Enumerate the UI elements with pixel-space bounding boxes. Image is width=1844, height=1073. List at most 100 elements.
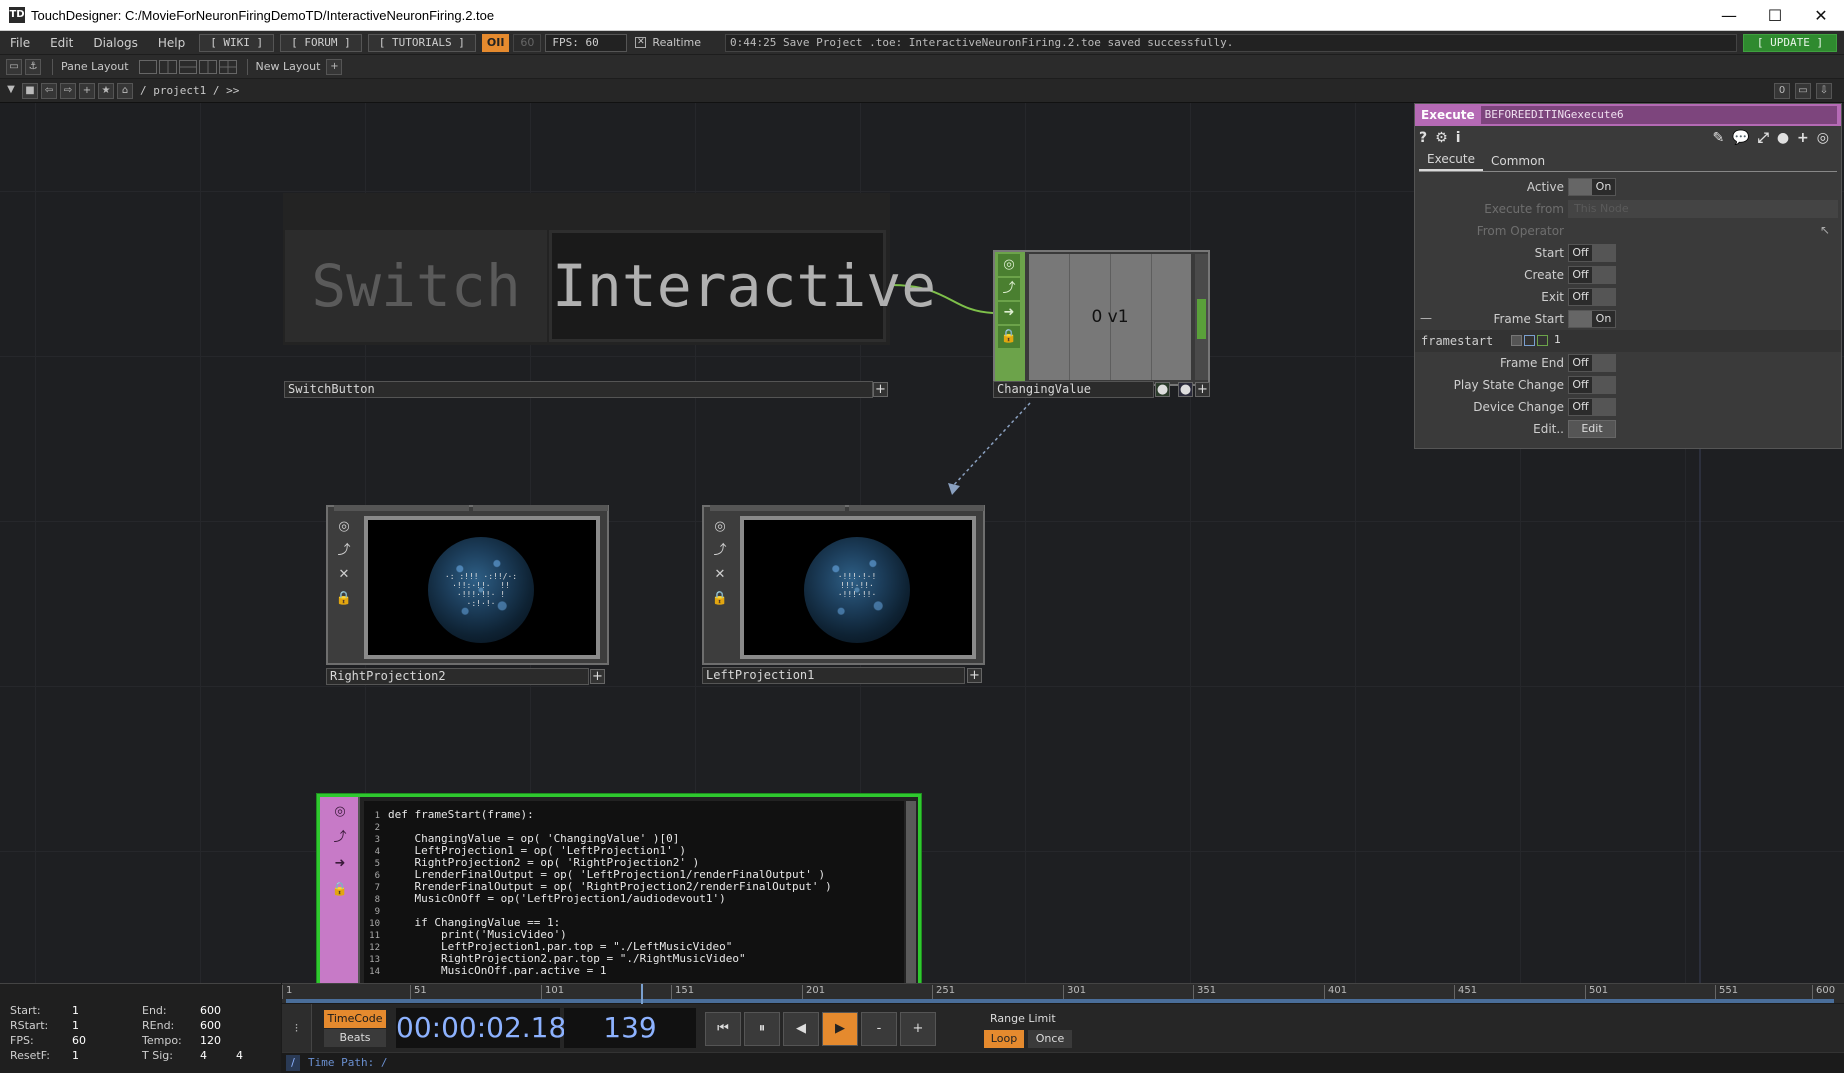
once-button[interactable]: Once: [1028, 1030, 1072, 1048]
timecode-button[interactable]: TimeCode: [324, 1010, 386, 1028]
switch-button-label[interactable]: SwitchButton: [284, 381, 873, 398]
fps-value[interactable]: 60: [72, 1034, 86, 1047]
fps-target-field[interactable]: 60: [513, 33, 542, 52]
add-icon[interactable]: +: [79, 82, 95, 99]
menu-edit[interactable]: Edit: [40, 36, 83, 50]
tsig-numerator[interactable]: 4: [200, 1049, 207, 1062]
timecode-display[interactable]: 00:00:02.18: [396, 1008, 566, 1048]
framestart-expr-icon[interactable]: [1524, 335, 1535, 346]
realtime-toggle[interactable]: ✕ Realtime: [635, 36, 701, 49]
left-projection-node[interactable]: ◎ ⤴ ✕ 🔒 ·!!!·!·! !!!·!!· ·!!!·!!·: [702, 505, 985, 665]
pane-layout-single-icon[interactable]: [138, 59, 157, 74]
home-icon[interactable]: ⌂: [117, 82, 133, 99]
minimize-icon[interactable]: —: [1706, 0, 1752, 31]
menu-help[interactable]: Help: [148, 36, 195, 50]
target-icon[interactable]: ◎: [1817, 130, 1829, 146]
clone-icon[interactable]: ⤢: [1758, 130, 1769, 146]
chevron-down-icon[interactable]: ▼: [3, 83, 19, 99]
left-projection-plus-icon[interactable]: +: [967, 668, 982, 683]
pane-layout-quad-icon[interactable]: [218, 59, 237, 74]
device-change-toggle[interactable]: Off: [1568, 398, 1616, 416]
maximize-icon[interactable]: ☐: [1752, 0, 1798, 31]
transport-expand-handle[interactable]: ⁝: [282, 1004, 312, 1052]
framestart-value[interactable]: 1: [1554, 333, 1561, 346]
time-path-root-icon[interactable]: /: [286, 1055, 300, 1071]
step-plus-button[interactable]: +: [900, 1012, 936, 1046]
framestart-export-icon[interactable]: [1537, 335, 1548, 346]
lock-icon[interactable]: 🔒: [329, 879, 351, 901]
viewer-toggle-icon[interactable]: ◎: [998, 254, 1020, 276]
play-icon[interactable]: ▶: [822, 1012, 858, 1046]
lock-icon[interactable]: 🔒: [711, 590, 729, 608]
viewer-toggle-icon[interactable]: ◎: [329, 801, 351, 823]
execute-from-menu[interactable]: This Node: [1568, 200, 1838, 218]
code-viewer[interactable]: 1 def frameStart(frame): 2 3 ChangingValu…: [364, 801, 904, 983]
help-icon[interactable]: ?: [1419, 130, 1427, 146]
exit-toggle[interactable]: Off: [1568, 288, 1616, 306]
changing-value-label[interactable]: ChangingValue: [993, 381, 1154, 398]
code-scrollbar[interactable]: [906, 801, 916, 983]
tutorials-button[interactable]: [ TUTORIALS ]: [367, 33, 476, 52]
forum-button[interactable]: [ FORUM ]: [280, 33, 362, 52]
right-projection-plus-icon[interactable]: +: [590, 669, 605, 684]
step-back-icon[interactable]: ◀: [783, 1012, 819, 1046]
maximize-pane-icon[interactable]: ▭: [1795, 83, 1811, 99]
create-toggle[interactable]: Off: [1568, 266, 1616, 284]
frame-start-toggle[interactable]: On: [1568, 310, 1616, 328]
chop-output-connector[interactable]: [1195, 254, 1208, 380]
bypass-icon[interactable]: ⤴: [711, 542, 729, 560]
bypass-icon[interactable]: ⤴: [329, 827, 351, 849]
right-projection-node[interactable]: ◎ ⤴ ✕ 🔒 ·: :!!! ·:!!/·: ·!!:·!!· !! ·!!!…: [326, 505, 609, 665]
rewind-icon[interactable]: ⏮: [705, 1012, 741, 1046]
pane-layout-split-horizontal-icon[interactable]: [178, 59, 197, 74]
start-toggle[interactable]: Off: [1568, 244, 1616, 262]
switch-button-left[interactable]: Switch: [285, 230, 547, 342]
bypass-icon[interactable]: ⤴: [335, 542, 353, 560]
beats-button[interactable]: Beats: [324, 1029, 386, 1047]
close-x-icon[interactable]: ✕: [335, 566, 353, 584]
tempo-value[interactable]: 120: [200, 1034, 221, 1047]
lock-icon[interactable]: 🔒: [335, 590, 353, 608]
stop-icon[interactable]: ■: [22, 82, 38, 99]
resetf-value[interactable]: 1: [72, 1049, 79, 1062]
pane-layout-three-icon[interactable]: [198, 59, 217, 74]
operator-picker-icon[interactable]: ↖: [1820, 223, 1830, 237]
play-state-toggle[interactable]: Off: [1568, 376, 1616, 394]
execute-dat-node[interactable]: ◎ ⤴ ➜ 🔒 1 def frameStart(frame): 2 3 Chan…: [316, 793, 922, 983]
changing-value-node[interactable]: ◎ ⤴ ➜ 🔒 0 v1: [993, 250, 1210, 386]
left-projection-label[interactable]: LeftProjection1: [702, 667, 965, 684]
menu-file[interactable]: File: [0, 36, 40, 50]
changing-value-plus-icon[interactable]: +: [1195, 382, 1210, 397]
timeline-ruler[interactable]: 1 51 101 151 201 251 301 351 401 451 501…: [282, 983, 1844, 1004]
collapse-dash-icon[interactable]: —: [1420, 311, 1432, 325]
loop-button[interactable]: Loop: [984, 1030, 1024, 1048]
menu-dialogs[interactable]: Dialogs: [83, 36, 147, 50]
edit-pencil-icon[interactable]: ✎: [1712, 130, 1724, 146]
edit-button[interactable]: Edit: [1568, 420, 1616, 438]
changing-value-flag-icon[interactable]: ●: [1155, 382, 1170, 397]
info-icon[interactable]: i: [1456, 130, 1461, 146]
realtime-checkbox[interactable]: ✕: [635, 37, 647, 48]
network-path[interactable]: / project1 / >>: [140, 84, 239, 97]
add-layout-icon[interactable]: +: [326, 58, 343, 75]
time-path-label[interactable]: Time Path: /: [308, 1056, 387, 1069]
forward-arrow-icon[interactable]: ⇨: [60, 82, 76, 99]
rstart-frame[interactable]: 1: [72, 1019, 79, 1032]
wiki-button[interactable]: [ WIKI ]: [199, 33, 275, 52]
display-flag-icon[interactable]: ➜: [998, 302, 1020, 324]
add-icon[interactable]: +: [1797, 130, 1809, 146]
network-icon[interactable]: ⚓: [25, 58, 41, 75]
frame-display[interactable]: 139: [564, 1008, 696, 1048]
back-arrow-icon[interactable]: ⇦: [41, 82, 57, 99]
oii-button[interactable]: OII: [481, 33, 510, 52]
right-projection-label[interactable]: RightProjection2: [326, 668, 589, 685]
comment-icon[interactable]: 💬: [1732, 130, 1749, 146]
tab-common[interactable]: Common: [1483, 154, 1553, 171]
active-toggle[interactable]: On: [1568, 178, 1616, 196]
update-button[interactable]: [ UPDATE ]: [1743, 34, 1837, 52]
switch-button-panel[interactable]: Switch Interactive: [283, 193, 936, 345]
viewer-toggle-icon[interactable]: ◎: [711, 518, 729, 536]
pane-index[interactable]: 0: [1774, 83, 1790, 99]
timeline-range-bar[interactable]: [286, 999, 1834, 1003]
python-help-icon[interactable]: ⚙: [1435, 130, 1448, 146]
